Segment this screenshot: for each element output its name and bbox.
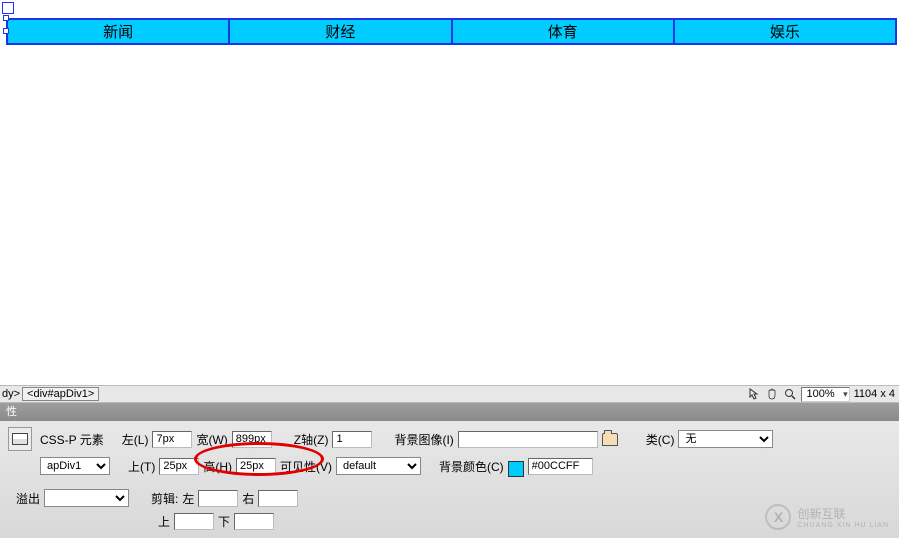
bgimage-input[interactable]: [458, 431, 598, 448]
left-input[interactable]: [152, 431, 192, 448]
clip-right-label: 右: [242, 490, 254, 507]
height-label: 高(H): [203, 458, 232, 475]
watermark-logo-icon: X: [765, 504, 791, 530]
class-label: 类(C): [646, 431, 675, 448]
clip-label: 剪辑:: [151, 490, 178, 507]
clip-top-input[interactable]: [174, 513, 214, 530]
height-input[interactable]: [236, 458, 276, 475]
bgimage-label: 背景图像(I): [394, 431, 453, 448]
design-canvas[interactable]: 新闻 财经 体育 娱乐: [0, 0, 899, 400]
left-label: 左(L): [122, 431, 149, 448]
ap-div-navbar[interactable]: 新闻 财经 体育 娱乐: [6, 18, 897, 45]
nav-item-news[interactable]: 新闻: [8, 20, 230, 43]
overflow-select[interactable]: [44, 489, 129, 507]
tag-selector-bar: dy> <div#apDiv1> 100% 1104 x 4: [0, 385, 899, 403]
zoom-select[interactable]: 100%: [801, 387, 849, 402]
watermark-subtext: CHUANG XIN HU LIAN: [797, 522, 889, 529]
clip-left-label: 左: [182, 490, 194, 507]
properties-panel: CSS-P 元素 左(L) 宽(W) Z轴(Z) 背景图像(I) 类(C) 无 …: [0, 421, 899, 538]
nav-item-finance[interactable]: 财经: [230, 20, 452, 43]
z-label: Z轴(Z): [294, 431, 329, 448]
nav-label: 新闻: [103, 21, 133, 42]
pointer-icon[interactable]: [747, 387, 761, 401]
visibility-select[interactable]: default: [336, 457, 421, 475]
tag-path-body[interactable]: dy>: [2, 388, 20, 400]
nav-label: 体育: [548, 21, 578, 42]
watermark-text: 创新互联: [797, 507, 845, 521]
id-select[interactable]: apDiv1: [40, 457, 110, 475]
heading-cssp: CSS-P 元素: [40, 431, 104, 448]
width-label: 宽(W): [196, 431, 227, 448]
folder-icon[interactable]: [602, 433, 618, 446]
zoom-icon[interactable]: [783, 387, 797, 401]
element-type-icon: [8, 427, 32, 451]
top-label: 上(T): [128, 458, 155, 475]
overflow-label: 溢出: [16, 490, 40, 507]
z-input[interactable]: [332, 431, 372, 448]
element-marker[interactable]: [2, 2, 14, 14]
clip-right-input[interactable]: [258, 490, 298, 507]
nav-item-entertainment[interactable]: 娱乐: [675, 20, 895, 43]
width-input[interactable]: [232, 431, 272, 448]
clip-bottom-input[interactable]: [234, 513, 274, 530]
tag-selector[interactable]: <div#apDiv1>: [22, 387, 99, 401]
class-select[interactable]: 无: [678, 430, 773, 448]
nav-label: 娱乐: [770, 21, 800, 42]
selection-handle[interactable]: [3, 15, 9, 21]
clip-left-input[interactable]: [198, 490, 238, 507]
panel-title: 性: [6, 406, 17, 418]
selection-handle[interactable]: [3, 28, 9, 34]
clip-top-label: 上: [158, 513, 170, 530]
bgcolor-input[interactable]: [528, 458, 593, 475]
top-input[interactable]: [159, 458, 199, 475]
hand-icon[interactable]: [765, 387, 779, 401]
watermark: X 创新互联 CHUANG XIN HU LIAN: [765, 504, 889, 530]
clip-bottom-label: 下: [218, 513, 230, 530]
canvas-dimensions: 1104 x 4: [854, 388, 895, 400]
properties-panel-header[interactable]: 性: [0, 403, 899, 421]
bgcolor-label: 背景颜色(C): [439, 458, 504, 475]
nav-label: 财经: [325, 21, 355, 42]
visibility-label: 可见性(V): [280, 458, 332, 475]
color-swatch[interactable]: [508, 461, 524, 477]
nav-item-sports[interactable]: 体育: [453, 20, 675, 43]
